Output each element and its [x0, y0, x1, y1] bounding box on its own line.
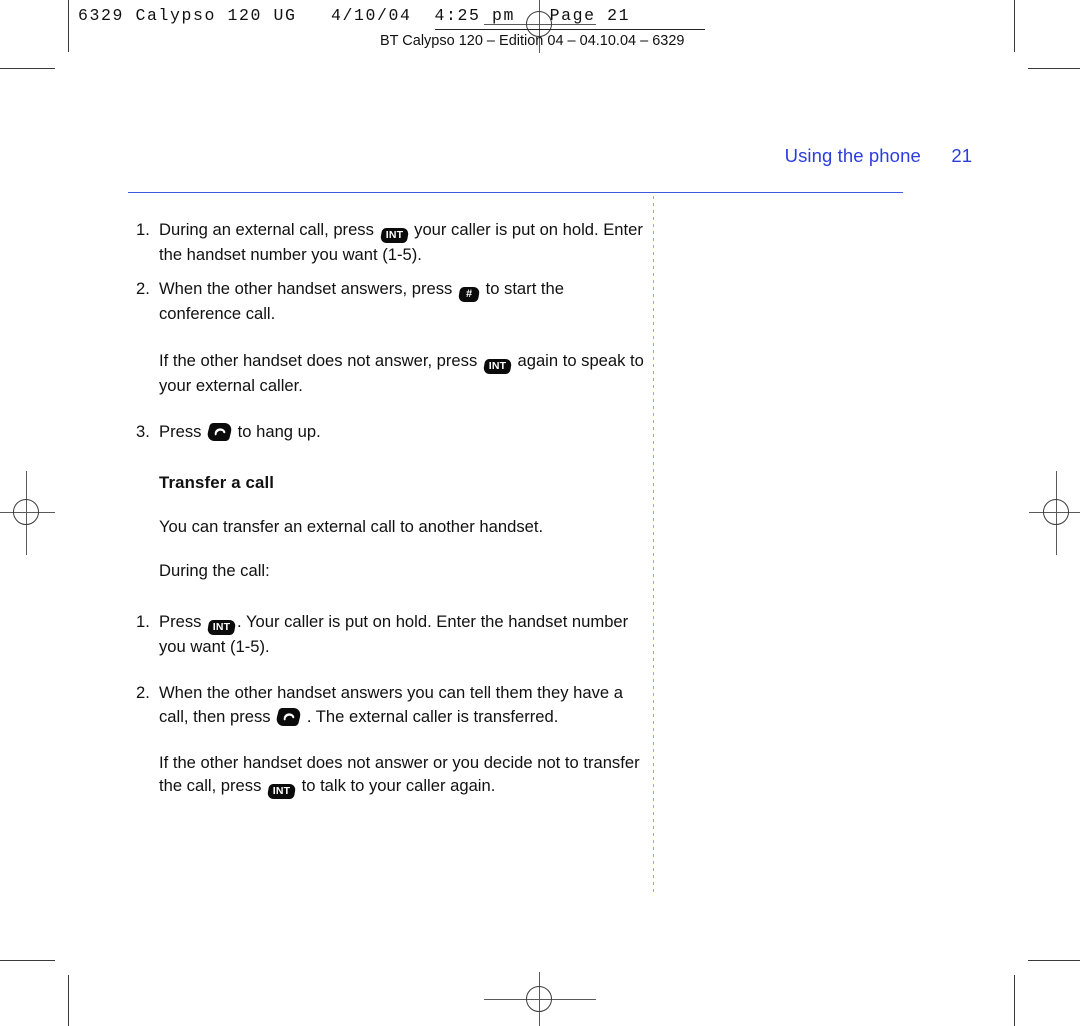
int-key-label: INT [212, 620, 231, 633]
hash-key-label: # [465, 288, 473, 301]
list-item-number: 2. [136, 683, 150, 703]
running-head-title: Using the phone [784, 145, 921, 166]
crop-mark-top-right-horizontal [1028, 68, 1080, 69]
list-item: 1. During an external call, press INT yo… [136, 218, 646, 266]
section-intro-paragraph: You can transfer an external call to ano… [159, 517, 544, 537]
hang-up-key-icon [205, 423, 234, 442]
list-item: 1. Press INT. Your caller is put on hold… [136, 610, 646, 658]
imposition-edition-line: BT Calypso 120 – Edition 04 – 04.10.04 –… [380, 33, 685, 49]
handset-glyph [214, 428, 225, 436]
crop-mark-bottom-left-horizontal [0, 960, 55, 961]
registration-mark-bottom [484, 972, 596, 1026]
section-heading: Transfer a call [159, 472, 275, 492]
header-rule [128, 192, 903, 193]
crop-mark-top-left-vertical [68, 0, 69, 52]
list-item-text-after: . The external caller is transferred. [306, 706, 559, 726]
crop-mark-bottom-right-horizontal [1028, 960, 1080, 961]
registration-circle [13, 499, 39, 525]
list-item-text-before: When the other handset answers, press [159, 279, 453, 299]
list-item-text-before: Press [159, 611, 202, 631]
handset-glyph [283, 712, 295, 720]
list-item: 3. Press to hang up. [136, 420, 646, 443]
registration-mark-left [0, 471, 55, 555]
crop-mark-bottom-right-vertical [1014, 975, 1015, 1026]
list-item: 2. When the other handset answers, press… [136, 277, 646, 325]
transfer-call-steps: 1. Press INT. Your caller is put on hold… [136, 610, 646, 728]
list-item-text-after: to hang up. [237, 422, 321, 442]
hash-key-icon: # [457, 287, 481, 303]
int-key-label: INT [385, 229, 403, 241]
registration-circle [1043, 499, 1069, 525]
note-text-after: to talk to your caller again. [301, 776, 496, 796]
int-key-icon: INT [206, 619, 237, 635]
crop-mark-bottom-left-vertical [68, 975, 69, 1026]
conference-call-steps: 1. During an external call, press INT yo… [136, 218, 646, 326]
list-item-number: 2. [136, 279, 150, 299]
conference-note-paragraph: If the other handset does not answer, pr… [136, 349, 646, 397]
list-item-number: 1. [136, 220, 150, 239]
int-key-label: INT [272, 785, 291, 798]
int-key-icon: INT [266, 784, 297, 800]
registration-mark-right [1029, 471, 1080, 555]
section-lead-paragraph: During the call: [159, 561, 270, 581]
int-key-label: INT [488, 359, 507, 372]
page-number: 21 [951, 145, 972, 166]
document-page: 6329 Calypso 120 UG 4/10/04 4:25 pm Page… [0, 0, 1080, 1026]
imposition-slug-line: 6329 Calypso 120 UG 4/10/04 4:25 pm Page… [78, 6, 631, 25]
list-item-text-before: During an external call, press [159, 220, 374, 239]
crop-mark-top-right-vertical [1014, 0, 1015, 52]
transfer-note-paragraph: If the other handset does not answer or … [136, 751, 646, 800]
list-item-text-before: Press [159, 422, 202, 442]
running-head: Using the phone 21 [128, 145, 972, 167]
crop-mark-top-left-horizontal [0, 68, 55, 69]
body-column: 1. During an external call, press INT yo… [136, 218, 646, 810]
hang-up-key-icon [274, 707, 303, 726]
list-item-number: 1. [136, 611, 150, 631]
list-item: 2. When the other handset answers you ca… [136, 681, 646, 728]
int-key-icon: INT [379, 228, 409, 243]
note-text-before: If the other handset does not answer, pr… [159, 350, 478, 370]
list-item-number: 3. [136, 422, 150, 442]
int-key-icon: INT [482, 358, 513, 374]
column-guide-dotted-line [653, 196, 654, 896]
registration-circle [526, 986, 552, 1012]
imposition-slug-rule [435, 29, 705, 30]
